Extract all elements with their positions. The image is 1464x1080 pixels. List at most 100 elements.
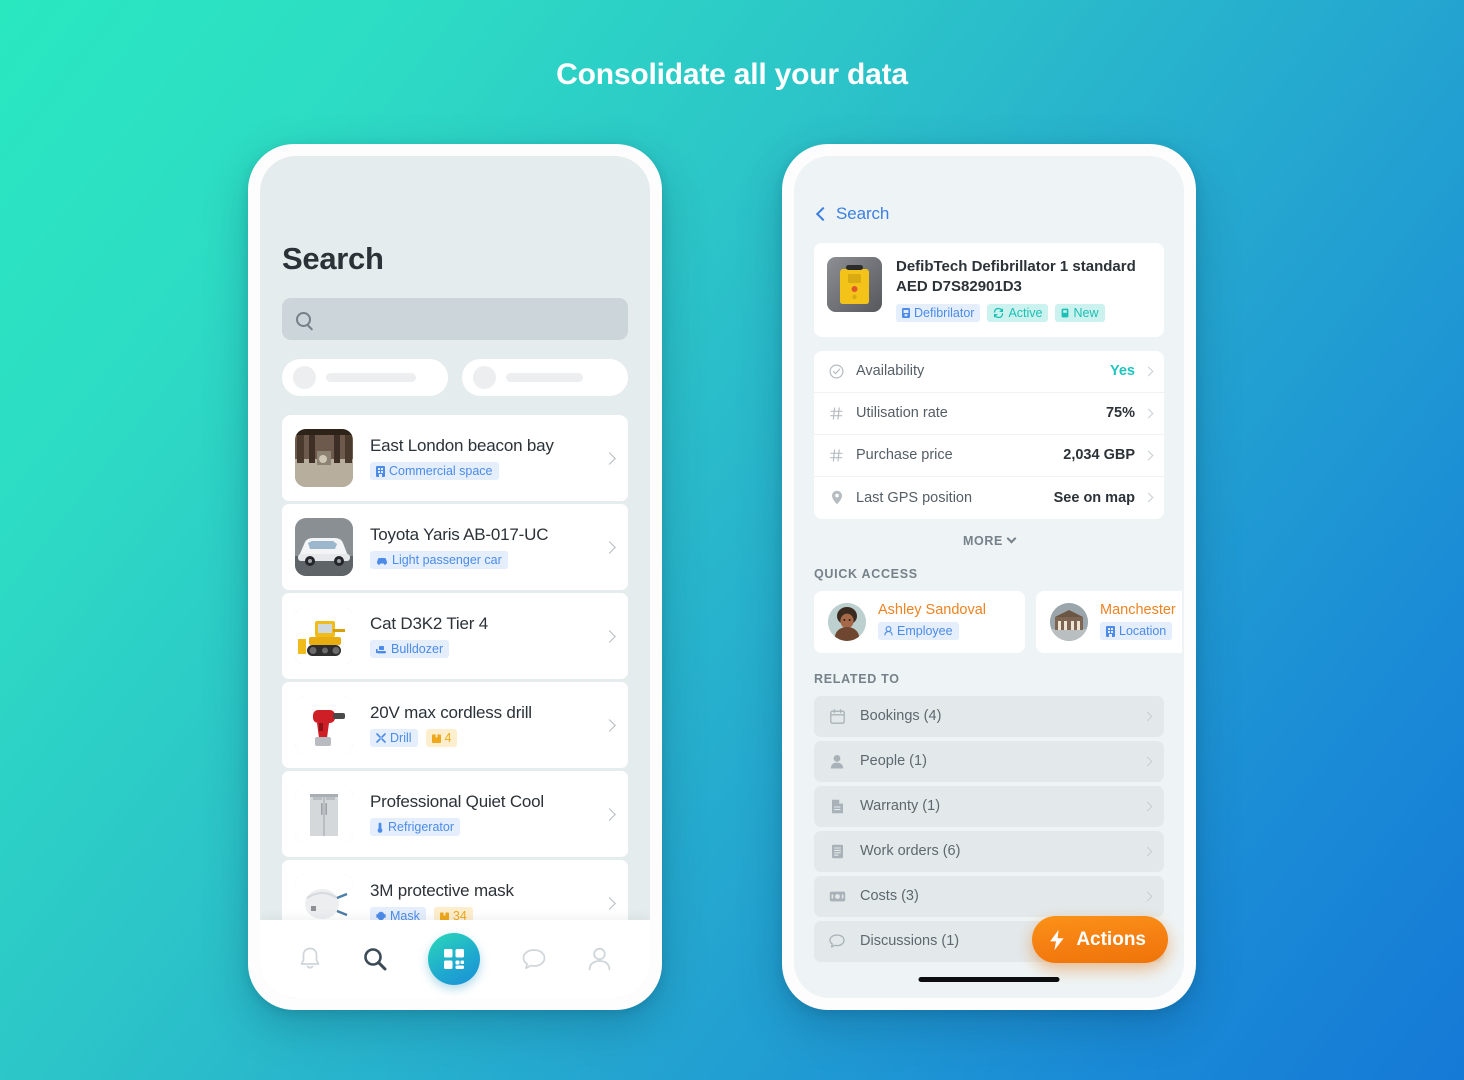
tab-messages[interactable]: [521, 947, 547, 971]
actions-button[interactable]: Actions: [1032, 916, 1168, 963]
chevron-right-icon: [1143, 492, 1154, 503]
hash-icon: [828, 407, 845, 420]
back-button[interactable]: Search: [796, 156, 1182, 224]
thumbnail-warehouse: [295, 429, 353, 487]
sync-icon: [994, 307, 1004, 318]
detail-row-utilisation[interactable]: Utilisation rate 75%: [814, 393, 1164, 435]
page-title: Search: [282, 241, 384, 276]
detail-value: See on map: [1053, 489, 1135, 506]
related-label: Bookings (4): [860, 708, 942, 725]
chat-bubble-icon: [522, 949, 546, 970]
item-tag: Refrigerator: [370, 818, 460, 836]
item-title: 20V max cordless drill: [370, 703, 532, 722]
avatar: [1050, 602, 1088, 641]
thumbnail-refrigerator: [295, 785, 353, 843]
check-circle-icon: [828, 364, 845, 379]
building-icon: [376, 465, 385, 477]
chevron-right-icon: [603, 451, 616, 465]
left-phone-screen: Search East London beacon bay Commercial…: [260, 156, 650, 998]
tag-label: Drill: [390, 731, 412, 745]
bell-icon: [300, 947, 320, 969]
item-tag: Light passenger car: [370, 551, 508, 569]
list-item[interactable]: Toyota Yaris AB-017-UC Light passenger c…: [282, 504, 628, 590]
asset-type-tag: Defibrilator: [896, 303, 981, 322]
quick-access-name: Manchester: [1100, 602, 1176, 619]
tag-label: Mask: [390, 909, 420, 920]
asset-thumbnail: [827, 257, 882, 312]
asset-condition-tag: New: [1055, 303, 1105, 322]
item-tag: Drill: [370, 729, 418, 747]
chevron-right-icon: [603, 807, 616, 821]
car-icon: [377, 557, 387, 565]
tab-search[interactable]: [362, 946, 388, 972]
related-row-bookings[interactable]: Bookings (4): [814, 695, 1164, 737]
item-title: Cat D3K2 Tier 4: [370, 614, 488, 633]
detail-row-gps[interactable]: Last GPS position See on map: [814, 477, 1164, 519]
tag-label: New: [1073, 305, 1099, 320]
related-row-warranty[interactable]: Warranty (1): [814, 785, 1164, 827]
related-label: Work orders (6): [860, 843, 961, 860]
detail-row-availability[interactable]: Availability Yes: [814, 351, 1164, 393]
tag-label: Light passenger car: [392, 553, 502, 567]
skeleton-bar: [326, 373, 416, 382]
chevron-right-icon: [1143, 408, 1154, 419]
related-row-work-orders[interactable]: Work orders (6): [814, 830, 1164, 872]
search-results-list[interactable]: East London beacon bay Commercial space: [260, 415, 650, 920]
related-row-costs[interactable]: Costs (3): [814, 875, 1164, 917]
thumbnail-mask: [295, 874, 353, 920]
more-toggle[interactable]: MORE: [796, 519, 1182, 548]
asset-summary-card[interactable]: DefibTech Defibrillator 1 standard AED D…: [814, 243, 1164, 337]
actions-label: Actions: [1076, 928, 1146, 950]
chevron-right-icon: [1143, 366, 1154, 377]
person-icon: [884, 626, 893, 636]
list-item[interactable]: East London beacon bay Commercial space: [282, 415, 628, 501]
list-item[interactable]: 3M protective mask Mask 34: [282, 860, 628, 920]
quick-access-card-employee[interactable]: Ashley Sandoval Employee: [814, 590, 1025, 653]
filter-pill-2[interactable]: [462, 359, 628, 396]
item-tag: Commercial space: [370, 462, 499, 480]
tag-label: 34: [452, 909, 467, 920]
building-icon: [1106, 625, 1115, 637]
chevron-right-icon: [1142, 756, 1153, 767]
item-title: Toyota Yaris AB-017-UC: [370, 525, 549, 544]
search-input[interactable]: [282, 298, 628, 340]
person-icon: [828, 754, 846, 769]
avatar: [828, 602, 866, 641]
tab-notifications[interactable]: [298, 946, 322, 972]
back-label: Search: [836, 204, 890, 223]
document-icon: [828, 799, 846, 814]
bulldozer-icon: [376, 645, 386, 653]
box-icon: [431, 734, 441, 743]
quick-access-card-location[interactable]: Manchester Location: [1036, 590, 1182, 653]
item-quantity-tag: 4: [425, 729, 458, 747]
list-item[interactable]: 20V max cordless drill Drill 4: [282, 682, 628, 768]
asset-name: DefibTech Defibrillator 1 standard AED D…: [896, 258, 1136, 295]
tab-scan[interactable]: [428, 933, 481, 985]
detail-label: Availability: [856, 363, 925, 380]
quick-access-carousel[interactable]: Ashley Sandoval Employee Manchester Loca…: [796, 590, 1182, 653]
related-row-people[interactable]: People (1): [814, 740, 1164, 782]
detail-value: 75%: [1105, 405, 1135, 422]
tag-label: Commercial space: [389, 464, 493, 478]
list-item[interactable]: Cat D3K2 Tier 4 Bulldozer: [282, 593, 628, 679]
drill-icon: [376, 733, 386, 743]
tag-label: 4: [444, 731, 452, 745]
money-icon: [828, 890, 846, 903]
tag-label: Bulldozer: [391, 642, 444, 656]
list-item[interactable]: Professional Quiet Cool Refrigerator: [282, 771, 628, 857]
home-indicator: [918, 977, 1060, 982]
chevron-right-icon: [603, 629, 616, 643]
item-title: Professional Quiet Cool: [370, 792, 544, 811]
bottom-tab-bar: [260, 920, 650, 998]
chevron-right-icon: [603, 896, 616, 910]
quick-access-tag: Employee: [878, 622, 959, 641]
filter-pill-1[interactable]: [282, 359, 448, 396]
mask-icon: [376, 911, 386, 920]
tab-profile[interactable]: [587, 946, 612, 972]
tag-label: Active: [1008, 305, 1043, 320]
filter-pill-row: [282, 359, 628, 396]
detail-row-price[interactable]: Purchase price 2,034 GBP: [814, 435, 1164, 477]
phone-mockup-left: Search East London beacon bay Commercial…: [248, 144, 662, 1010]
search-icon: [364, 948, 387, 971]
detail-label: Utilisation rate: [856, 405, 948, 422]
